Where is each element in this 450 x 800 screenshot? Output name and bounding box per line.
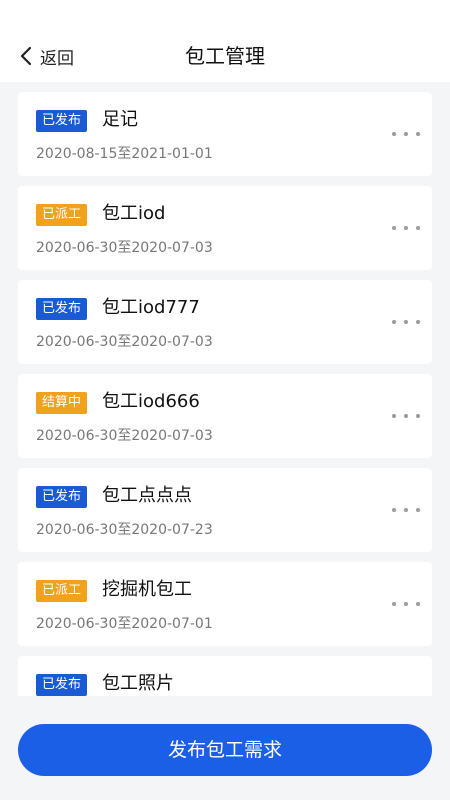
project-title: 包工点点点 [102,485,192,506]
status-badge: 已发布 [36,110,88,132]
page-title: 包工管理 [185,44,265,68]
project-card[interactable]: 已派工 包工iod 2020-06-30至2020-07-03 [18,186,432,270]
project-dates: 2020-06-30至2020-07-03 [36,428,213,444]
project-dates: 2020-06-30至2020-07-03 [36,240,213,256]
more-options-icon[interactable] [392,218,420,238]
status-badge: 已发布 [36,298,88,320]
project-title: 挖掘机包工 [102,579,192,600]
app-header: 返回 包工管理 [0,0,450,82]
project-title: 包工iod [102,203,166,224]
project-card[interactable]: 已发布 足记 2020-08-15至2021-01-01 [18,92,432,176]
project-title: 足记 [102,109,138,130]
status-badge: 已发布 [36,486,88,508]
more-options-icon[interactable] [392,594,420,614]
status-badge: 已派工 [36,580,88,602]
project-dates: 2020-06-30至2020-07-01 [36,616,213,632]
status-badge: 结算中 [36,392,88,414]
project-title: 包工iod777 [102,297,200,318]
more-options-icon[interactable] [392,124,420,144]
more-options-icon[interactable] [392,312,420,332]
project-card[interactable]: 已发布 包工点点点 2020-06-30至2020-07-23 [18,468,432,552]
more-options-icon[interactable] [392,688,420,696]
project-title: 包工iod666 [102,391,200,412]
project-card[interactable]: 已派工 挖掘机包工 2020-06-30至2020-07-01 [18,562,432,646]
project-card[interactable]: 结算中 包工iod666 2020-06-30至2020-07-03 [18,374,432,458]
project-card[interactable]: 已发布 包工iod777 2020-06-30至2020-07-03 [18,280,432,364]
more-options-icon[interactable] [392,500,420,520]
project-title: 包工照片 [102,673,174,694]
project-dates: 2020-08-15至2021-01-01 [36,146,213,162]
project-dates: 2020-06-30至2020-07-03 [36,334,213,350]
project-card[interactable]: 已发布 包工照片 [18,656,432,696]
status-badge: 已派工 [36,204,88,226]
footer-bar: 发布包工需求 [0,696,450,800]
project-list[interactable]: 已发布 足记 2020-08-15至2021-01-01 已派工 包工iod 2… [0,82,450,696]
project-dates: 2020-06-30至2020-07-23 [36,522,213,538]
status-badge: 已发布 [36,674,88,696]
publish-demand-button[interactable]: 发布包工需求 [18,724,432,776]
more-options-icon[interactable] [392,406,420,426]
